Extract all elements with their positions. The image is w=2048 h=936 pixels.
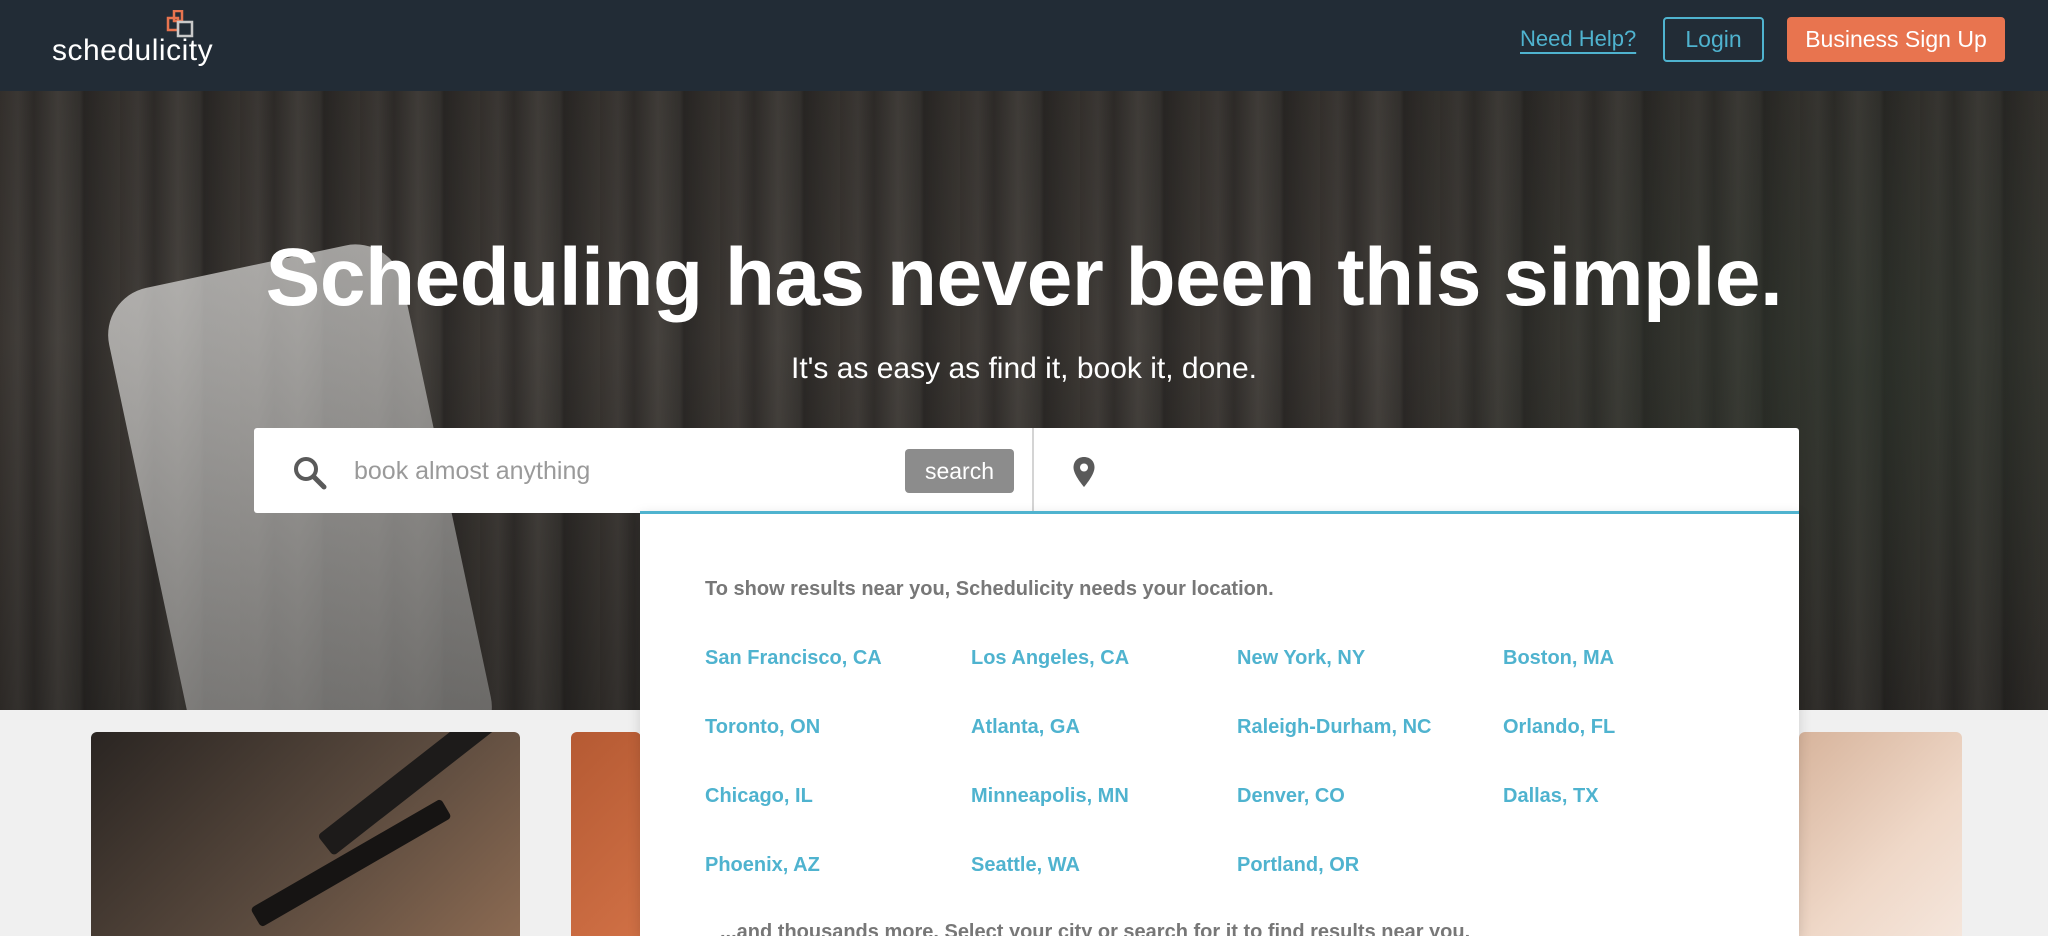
category-card[interactable] (571, 732, 641, 936)
city-link[interactable]: New York, NY (1237, 647, 1365, 670)
city-link[interactable]: Los Angeles, CA (971, 647, 1129, 670)
hero-title: Scheduling has never been this simple. (265, 232, 1783, 323)
city-link[interactable]: Denver, CO (1237, 785, 1345, 808)
city-link[interactable]: Minneapolis, MN (971, 785, 1129, 808)
city-link[interactable]: Dallas, TX (1503, 785, 1599, 808)
search-button[interactable]: search (905, 449, 1014, 493)
city-link[interactable]: Orlando, FL (1503, 716, 1615, 739)
business-signup-button[interactable]: Business Sign Up (1787, 17, 2005, 62)
city-link[interactable]: Chicago, IL (705, 785, 813, 808)
search-divider (1032, 428, 1034, 513)
city-link[interactable]: Boston, MA (1503, 647, 1614, 670)
login-button[interactable]: Login (1663, 17, 1764, 62)
search-input[interactable] (354, 448, 1134, 494)
city-link[interactable]: Seattle, WA (971, 854, 1080, 877)
city-link[interactable]: Toronto, ON (705, 716, 820, 739)
need-help-link[interactable]: Need Help? (1520, 26, 1636, 52)
location-pin-icon (1073, 457, 1095, 487)
location-dropdown: To show results near you, Schedulicity n… (640, 511, 1799, 936)
search-bar: search (254, 428, 1799, 513)
logo-text: schedulicity (52, 34, 214, 67)
city-link[interactable]: Portland, OR (1237, 854, 1359, 877)
city-link[interactable]: Phoenix, AZ (705, 854, 820, 877)
category-card-massage[interactable] (1799, 732, 1962, 936)
search-icon (294, 457, 327, 490)
more-cities-text: ...and thousands more. Select your city … (720, 921, 1471, 936)
category-card-hair[interactable] (91, 732, 520, 936)
top-nav: schedulicity Need Help? Login Business S… (0, 0, 2048, 91)
logo[interactable]: schedulicity (52, 10, 232, 72)
city-link[interactable]: San Francisco, CA (705, 647, 882, 670)
location-input[interactable] (1119, 448, 1779, 494)
hero-subtitle: It's as easy as find it, book it, done. (791, 352, 1257, 385)
city-link[interactable]: Raleigh-Durham, NC (1237, 716, 1431, 739)
city-link[interactable]: Atlanta, GA (971, 716, 1080, 739)
location-message: To show results near you, Schedulicity n… (705, 578, 1274, 600)
